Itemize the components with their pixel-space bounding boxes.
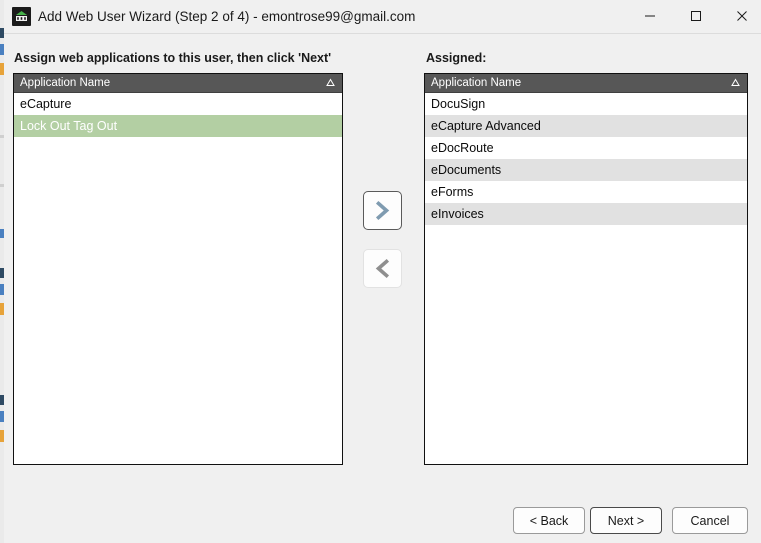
- window-title: Add Web User Wizard (Step 2 of 4) - emon…: [38, 9, 416, 24]
- cancel-button[interactable]: Cancel: [672, 507, 748, 534]
- sort-ascending-icon: [326, 78, 335, 86]
- list-item[interactable]: eForms: [425, 181, 747, 203]
- list-item[interactable]: Lock Out Tag Out: [14, 115, 342, 137]
- list-item[interactable]: eDocuments: [425, 159, 747, 181]
- assigned-list-rows: DocuSign eCapture Advanced eDocRoute eDocum…: [425, 93, 747, 225]
- list-item[interactable]: eDocRoute: [425, 137, 747, 159]
- title-bar: Add Web User Wizard (Step 2 of 4) - emon…: [4, 0, 761, 34]
- left-panel-heading: Assign web applications to this user, th…: [14, 51, 332, 65]
- list-item[interactable]: eCapture: [14, 93, 342, 115]
- available-list-column-header[interactable]: Application Name: [14, 74, 342, 93]
- close-icon: [737, 11, 747, 21]
- close-button[interactable]: [719, 0, 761, 32]
- assigned-applications-list[interactable]: Application Name DocuSign eCapture Advanc…: [424, 73, 748, 465]
- assigned-list-column-header[interactable]: Application Name: [425, 74, 747, 93]
- add-web-user-wizard-dialog: Add Web User Wizard (Step 2 of 4) - emon…: [0, 0, 761, 543]
- available-list-rows: eCapture Lock Out Tag Out: [14, 93, 342, 137]
- next-button[interactable]: Next >: [590, 507, 662, 534]
- right-panel-heading: Assigned:: [426, 51, 487, 65]
- unassign-application-button[interactable]: [363, 249, 402, 288]
- maximize-button[interactable]: [673, 0, 719, 32]
- background-window-sliver: [0, 0, 4, 543]
- assign-application-button[interactable]: [363, 191, 402, 230]
- maximize-icon: [691, 11, 701, 21]
- chevron-right-icon: [375, 200, 390, 221]
- app-icon-glyph: [16, 11, 27, 21]
- app-icon: [12, 7, 31, 26]
- available-column-header-label: Application Name: [20, 77, 111, 89]
- minimize-button[interactable]: [627, 0, 673, 32]
- list-item[interactable]: DocuSign: [425, 93, 747, 115]
- available-applications-list[interactable]: Application Name eCapture Lock Out Tag Ou…: [13, 73, 343, 465]
- assigned-column-header-label: Application Name: [431, 77, 522, 89]
- list-item[interactable]: eInvoices: [425, 203, 747, 225]
- minimize-icon: [645, 15, 655, 17]
- back-button[interactable]: < Back: [513, 507, 585, 534]
- list-item[interactable]: eCapture Advanced: [425, 115, 747, 137]
- sort-ascending-icon: [731, 78, 740, 86]
- chevron-left-icon: [375, 258, 390, 279]
